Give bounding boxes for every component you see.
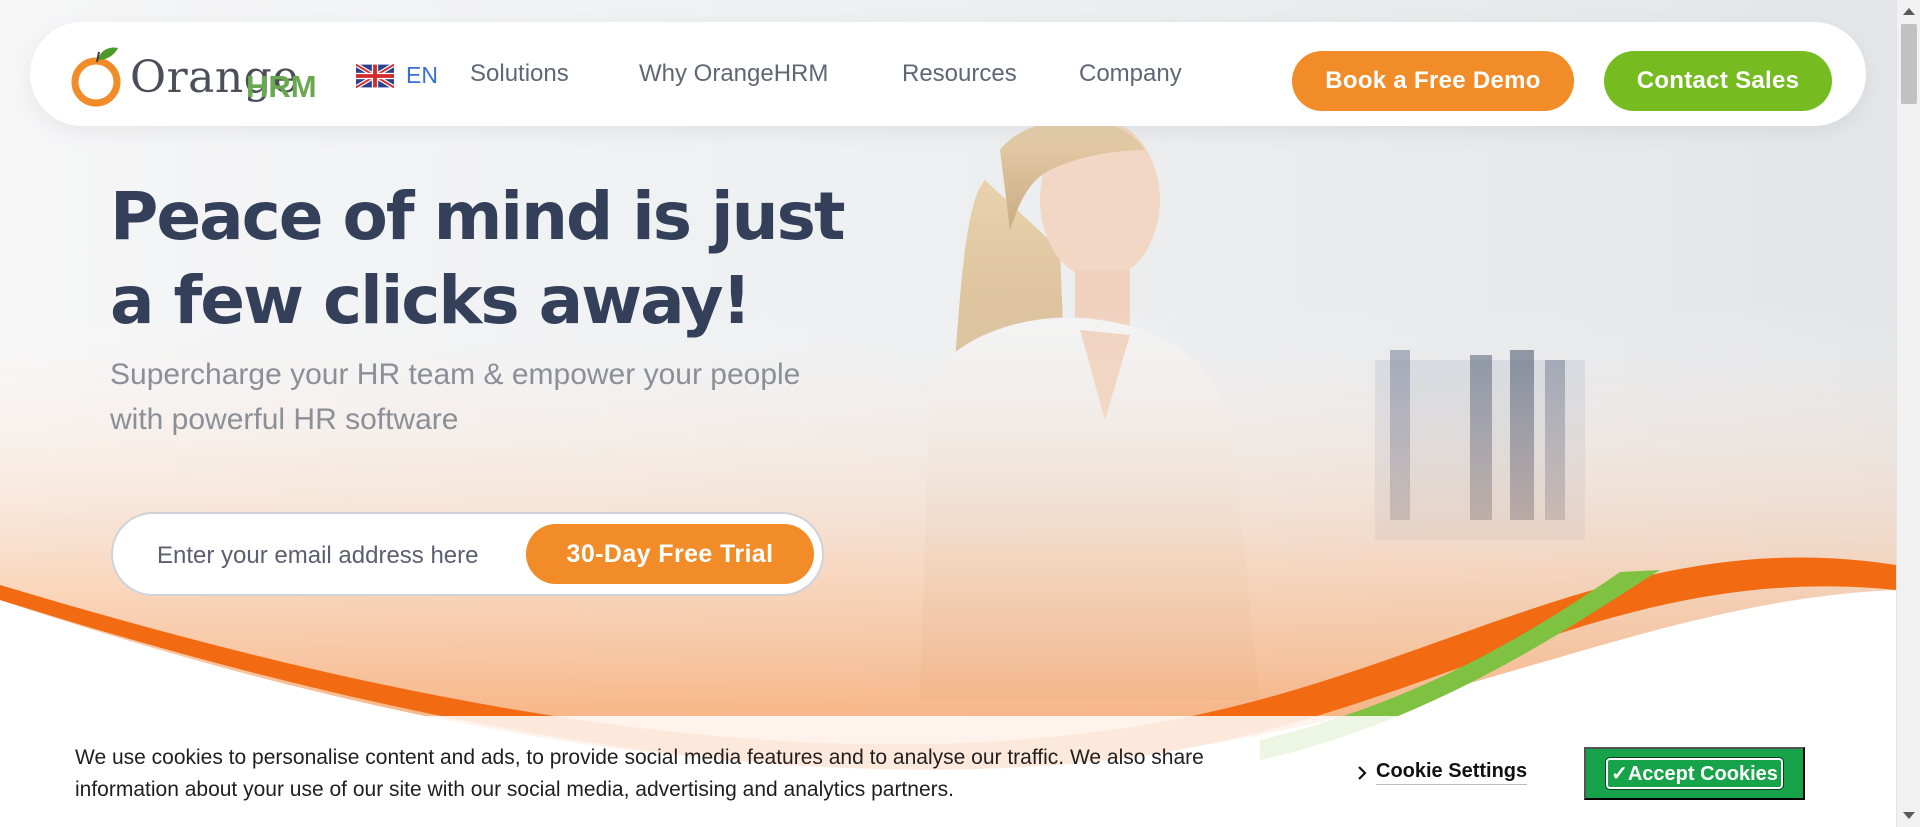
chevron-right-icon	[1358, 765, 1367, 780]
language-selector[interactable]: EN	[356, 62, 438, 89]
cookie-settings-label: Cookie Settings	[1376, 760, 1528, 785]
nav-item-company[interactable]: Company	[1079, 60, 1182, 88]
free-trial-button[interactable]: 30-Day Free Trial	[526, 524, 814, 584]
cookie-banner-text: We use cookies to personalise content an…	[75, 746, 1204, 801]
scroll-up-arrow-icon[interactable]	[1903, 8, 1915, 15]
language-label: EN	[406, 62, 438, 88]
nav-item-solutions[interactable]: Solutions	[470, 60, 569, 88]
book-free-demo-button[interactable]: Book a Free Demo	[1292, 51, 1574, 111]
cookie-banner: We use cookies to personalise content an…	[0, 716, 1896, 827]
hero-subheadline: Supercharge your HR team & empower your …	[110, 358, 801, 436]
nav-item-resources[interactable]: Resources	[902, 60, 1017, 88]
scroll-down-arrow-icon[interactable]	[1903, 812, 1915, 819]
orange-fruit-icon	[71, 47, 121, 107]
nav-item-why-orangehrm[interactable]: Why OrangeHRM	[639, 60, 828, 88]
uk-flag-icon	[356, 63, 394, 88]
email-input[interactable]	[157, 536, 517, 576]
scroll-thumb[interactable]	[1901, 24, 1917, 104]
trial-signup-form: 30-Day Free Trial	[111, 512, 824, 596]
top-navbar: Orange HRM EN Solutions Why OrangeHRM Re…	[30, 22, 1866, 126]
orangehrm-logo[interactable]: Orange HRM	[70, 44, 320, 108]
hero-headline: Peace of mind is just a few clicks away!	[110, 178, 846, 339]
page-scrollbar[interactable]	[1896, 0, 1920, 827]
cookie-settings-link[interactable]: Cookie Settings	[1356, 760, 1528, 785]
accept-cookies-button[interactable]: ✓Accept Cookies	[1584, 747, 1805, 800]
contact-sales-button[interactable]: Contact Sales	[1604, 51, 1832, 111]
accept-cookies-label: ✓Accept Cookies	[1605, 757, 1784, 790]
logo-hrm-text: HRM	[246, 69, 317, 104]
